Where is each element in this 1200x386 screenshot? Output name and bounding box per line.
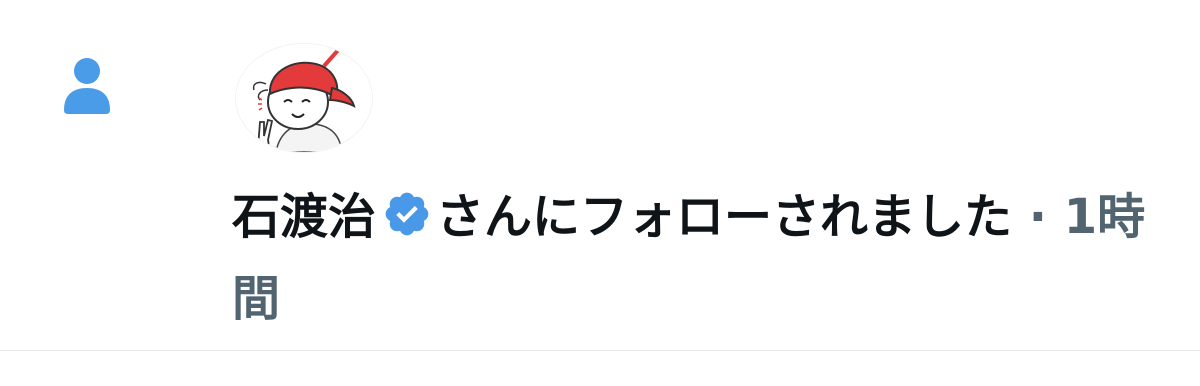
separator-dot: ·	[1028, 189, 1047, 245]
notification-message: 石渡治 さんにフォローされました · 1時間	[232, 176, 1152, 340]
avatar[interactable]	[236, 44, 372, 152]
verified-badge-icon	[385, 192, 429, 236]
message-text: さんにフォローされました	[436, 189, 1013, 245]
user-name-link[interactable]: 石渡治	[232, 189, 376, 245]
follow-notification[interactable]: 石渡治 さんにフォローされました · 1時間	[0, 0, 1200, 386]
person-icon	[64, 58, 110, 114]
divider	[0, 350, 1200, 351]
avatar-illustration	[236, 44, 372, 152]
